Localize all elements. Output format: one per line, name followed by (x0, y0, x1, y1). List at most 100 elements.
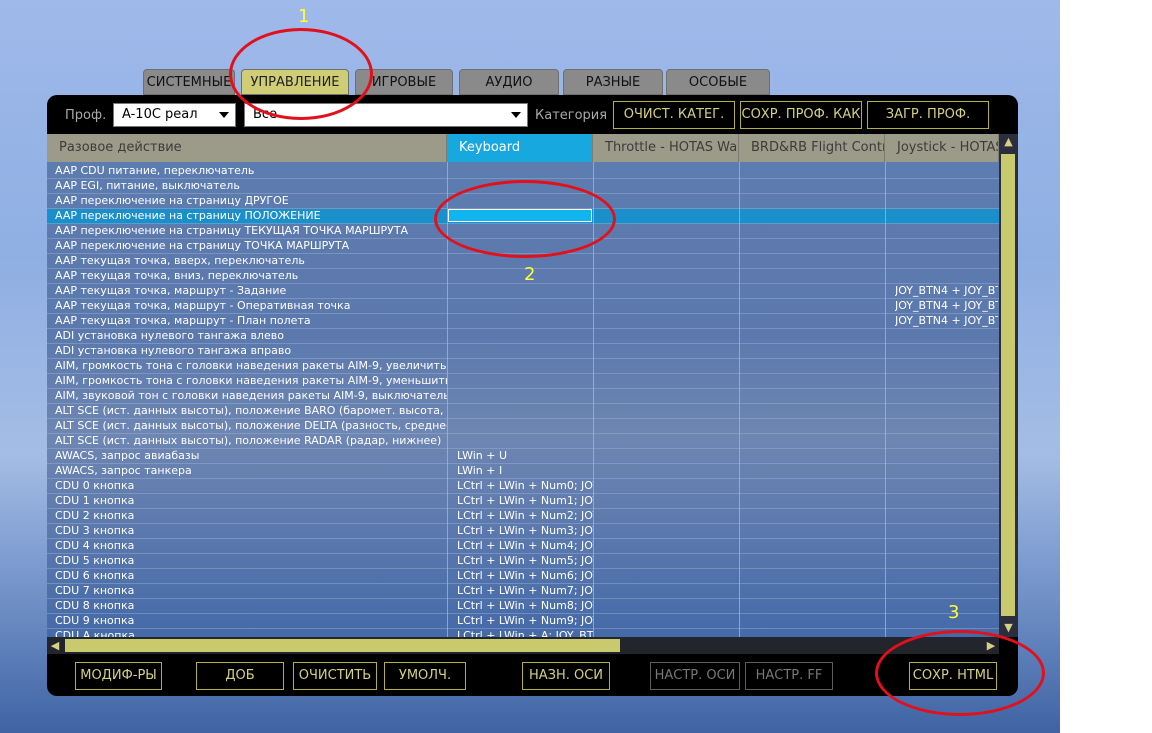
joystick-binding-cell[interactable] (895, 254, 998, 269)
table-row[interactable]: CDU 6 кнопка LCtrl + LWin + Num6; JOY (47, 569, 999, 584)
joystick-binding-cell[interactable] (895, 164, 998, 179)
tab-system[interactable]: СИСТЕМНЫЕ (143, 69, 235, 95)
joystick-binding-cell[interactable] (895, 569, 998, 584)
column-keyboard[interactable]: Keyboard (447, 134, 593, 162)
assign-axis-button[interactable]: НАЗН. ОСИ (522, 662, 610, 690)
joystick-binding-cell[interactable] (895, 494, 998, 509)
joystick-binding-cell[interactable] (895, 584, 998, 599)
keyboard-binding-cell[interactable]: LCtrl + LWin + Num0; JOY (457, 479, 593, 494)
table-row[interactable]: AAP текущая точка, маршрут - Оперативная… (47, 299, 999, 314)
table-row[interactable]: ADI установка нулевого тангажа влево (47, 329, 999, 344)
table-row[interactable]: ALT SCE (ист. данных высоты), положение … (47, 434, 999, 449)
joystick-binding-cell[interactable] (895, 329, 998, 344)
modifiers-button[interactable]: МОДИФ-РЫ (75, 662, 162, 690)
table-row[interactable]: ALT SCE (ист. данных высоты), положение … (47, 419, 999, 434)
keyboard-binding-cell[interactable] (457, 404, 593, 419)
joystick-binding-cell[interactable] (895, 239, 998, 254)
column-flight-control[interactable]: BRD&RB Flight Control (739, 134, 885, 162)
table-row[interactable]: AAP текущая точка, маршрут - Задание JOY_… (47, 284, 999, 299)
joystick-binding-cell[interactable] (895, 179, 998, 194)
scroll-down-icon[interactable]: ▼ (999, 620, 1018, 636)
joystick-binding-cell[interactable] (895, 464, 998, 479)
keyboard-binding-cell[interactable]: LCtrl + LWin + Num7; JOY (457, 584, 593, 599)
joystick-binding-cell[interactable] (895, 389, 998, 404)
table-row[interactable]: CDU 8 кнопка LCtrl + LWin + Num8; JOY (47, 599, 999, 614)
keyboard-binding-cell[interactable]: LCtrl + LWin + Num1; JOY (457, 494, 593, 509)
keyboard-binding-cell[interactable]: LCtrl + LWin + Num5; JOY (457, 554, 593, 569)
joystick-binding-cell[interactable] (895, 554, 998, 569)
joystick-binding-cell[interactable] (895, 539, 998, 554)
joystick-binding-cell[interactable] (895, 479, 998, 494)
axis-tune-button[interactable]: НАСТР. ОСИ (650, 662, 740, 690)
table-row[interactable]: CDU A кнопка LCtrl + LWin + A; JOY_BTN (47, 629, 999, 637)
keyboard-binding-cell[interactable] (457, 344, 593, 359)
tab-audio[interactable]: АУДИО (459, 69, 559, 95)
column-action[interactable]: Разовое действие (47, 134, 447, 162)
table-row[interactable]: CDU 2 кнопка LCtrl + LWin + Num2; JOY (47, 509, 999, 524)
keyboard-binding-cell[interactable] (457, 419, 593, 434)
ff-tune-button[interactable]: НАСТР. FF (745, 662, 833, 690)
table-row[interactable]: CDU 0 кнопка LCtrl + LWin + Num0; JOY (47, 479, 999, 494)
table-row[interactable]: ALT SCE (ист. данных высоты), положение … (47, 404, 999, 419)
keyboard-binding-cell[interactable] (457, 389, 593, 404)
keyboard-binding-cell[interactable]: LCtrl + LWin + A; JOY_BTN (457, 629, 593, 637)
keyboard-binding-cell[interactable] (457, 374, 593, 389)
keyboard-binding-cell[interactable]: LCtrl + LWin + Num3; JOY (457, 524, 593, 539)
joystick-binding-cell[interactable] (895, 269, 998, 284)
table-row[interactable]: AWACS, запрос танкера LWin + I (47, 464, 999, 479)
table-row[interactable]: AAP текущая точка, маршрут - План полета… (47, 314, 999, 329)
keyboard-binding-cell[interactable]: LWin + U (457, 449, 593, 464)
joystick-binding-cell[interactable] (895, 614, 998, 629)
table-row[interactable]: AAP текущая точка, вниз, переключатель (47, 269, 999, 284)
table-row[interactable]: CDU 5 кнопка LCtrl + LWin + Num5; JOY (47, 554, 999, 569)
joystick-binding-cell[interactable] (895, 509, 998, 524)
table-row[interactable]: CDU 4 кнопка LCtrl + LWin + Num4; JOY (47, 539, 999, 554)
joystick-binding-cell[interactable] (895, 344, 998, 359)
default-button[interactable]: УМОЛЧ. (384, 662, 466, 690)
table-row[interactable]: CDU 7 кнопка LCtrl + LWin + Num7; JOY (47, 584, 999, 599)
load-profile-button[interactable]: ЗАГР. ПРОФ. (867, 101, 989, 129)
joystick-binding-cell[interactable] (895, 524, 998, 539)
keyboard-binding-cell[interactable] (457, 284, 593, 299)
horizontal-scrollbar[interactable]: ◀ ▶ (47, 637, 999, 654)
joystick-binding-cell[interactable]: JOY_BTN4 + JOY_BTN (895, 299, 998, 314)
joystick-binding-cell[interactable]: JOY_BTN4 + JOY_BTN (895, 284, 998, 299)
tab-misc[interactable]: РАЗНЫЕ (563, 69, 663, 95)
keyboard-binding-cell[interactable] (457, 434, 593, 449)
joystick-binding-cell[interactable] (895, 449, 998, 464)
joystick-binding-cell[interactable]: JOY_BTN4 + JOY_BTN (895, 314, 998, 329)
keyboard-binding-cell[interactable]: LCtrl + LWin + Num9; JOY (457, 614, 593, 629)
add-button[interactable]: ДОБ (196, 662, 284, 690)
keyboard-binding-cell[interactable] (457, 359, 593, 374)
table-row[interactable]: CDU 3 кнопка LCtrl + LWin + Num3; JOY (47, 524, 999, 539)
joystick-binding-cell[interactable] (895, 224, 998, 239)
keyboard-binding-cell[interactable]: LCtrl + LWin + Num8; JOY (457, 599, 593, 614)
table-row[interactable]: CDU 9 кнопка LCtrl + LWin + Num9; JOY (47, 614, 999, 629)
keyboard-binding-cell[interactable] (457, 299, 593, 314)
clear-button[interactable]: ОЧИСТИТЬ (293, 662, 377, 690)
joystick-binding-cell[interactable] (895, 359, 998, 374)
table-row[interactable]: AIM, громкость тона с головки наведения … (47, 359, 999, 374)
table-row[interactable]: CDU 1 кнопка LCtrl + LWin + Num1; JOY (47, 494, 999, 509)
save-profile-as-button[interactable]: СОХР. ПРОФ. КАК (740, 101, 862, 129)
keyboard-binding-cell[interactable]: LCtrl + LWin + Num4; JOY (457, 539, 593, 554)
tab-special[interactable]: ОСОБЫЕ (666, 69, 770, 95)
clear-category-button[interactable]: ОЧИСТ. КАТЕГ. (613, 101, 735, 129)
column-joystick[interactable]: Joystick - HOTAS Warthog (885, 134, 999, 162)
scroll-left-icon[interactable]: ◀ (47, 637, 63, 654)
table-row[interactable]: AAP CDU питание, переключатель (47, 164, 999, 179)
scroll-up-icon[interactable]: ▲ (999, 134, 1018, 150)
vertical-scrollbar[interactable]: ▲ ▼ (999, 134, 1018, 637)
table-row[interactable]: ADI установка нулевого тангажа вправо (47, 344, 999, 359)
joystick-binding-cell[interactable] (895, 374, 998, 389)
vertical-scroll-thumb[interactable] (1001, 154, 1015, 616)
joystick-binding-cell[interactable] (895, 404, 998, 419)
joystick-binding-cell[interactable] (895, 434, 998, 449)
horizontal-scroll-thumb[interactable] (65, 639, 620, 652)
keyboard-binding-cell[interactable]: LWin + I (457, 464, 593, 479)
keyboard-binding-cell[interactable] (457, 329, 593, 344)
keyboard-binding-cell[interactable] (457, 164, 593, 179)
joystick-binding-cell[interactable] (895, 194, 998, 209)
keyboard-binding-cell[interactable] (457, 314, 593, 329)
table-row[interactable]: AIM, звуковой тон с головки наведения ра… (47, 389, 999, 404)
